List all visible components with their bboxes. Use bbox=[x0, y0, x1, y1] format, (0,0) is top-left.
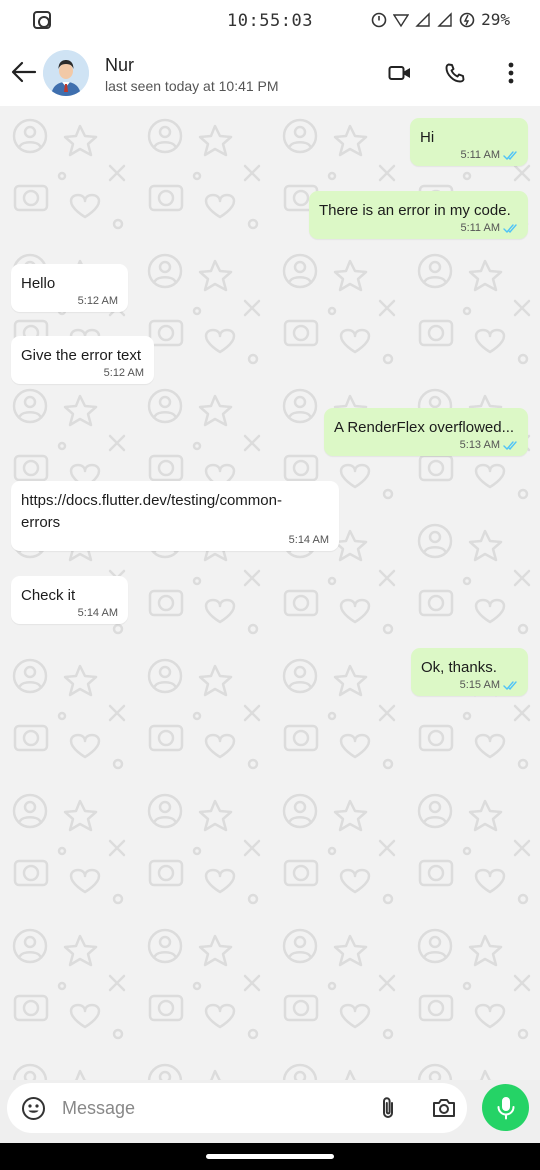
message-meta: 5:13 AM bbox=[334, 439, 518, 451]
camera-icon bbox=[433, 1099, 455, 1117]
message-time: 5:15 AM bbox=[459, 679, 500, 691]
last-seen-status: last seen today at 10:41 PM bbox=[105, 78, 279, 94]
status-icons: 29% bbox=[371, 10, 510, 29]
voice-record-button[interactable] bbox=[482, 1084, 529, 1131]
message-bubble-outgoing[interactable]: Ok, thanks. 5:15 AM bbox=[411, 648, 528, 696]
message-bubble-outgoing[interactable]: Hi 5:11 AM bbox=[410, 118, 528, 166]
double-check-icon bbox=[503, 440, 517, 450]
double-check-icon bbox=[503, 223, 517, 233]
contact-name[interactable]: Nur bbox=[105, 55, 134, 76]
voice-call-button[interactable] bbox=[441, 59, 469, 87]
message-meta: 5:12 AM bbox=[21, 295, 118, 307]
message-text: Ok, thanks. bbox=[421, 659, 497, 676]
message-time: 5:13 AM bbox=[459, 439, 500, 451]
message-bubble-incoming[interactable]: Hello 5:12 AM bbox=[11, 264, 128, 312]
message-time: 5:11 AM bbox=[460, 149, 500, 161]
message-time: 5:14 AM bbox=[288, 534, 329, 546]
video-camera-icon bbox=[388, 66, 410, 80]
message-time: 5:11 AM bbox=[460, 222, 500, 234]
camera-button[interactable] bbox=[431, 1095, 457, 1121]
signal-icon-2 bbox=[437, 11, 452, 27]
message-text: There is an error in my code. bbox=[319, 202, 511, 219]
status-bar: 10:55:03 29% bbox=[0, 0, 540, 40]
emoji-icon bbox=[22, 1097, 45, 1120]
message-text: Hi bbox=[420, 129, 435, 146]
attach-button[interactable] bbox=[375, 1095, 401, 1121]
video-call-button[interactable] bbox=[386, 59, 414, 87]
message-text: Check it bbox=[21, 587, 76, 604]
avatar[interactable] bbox=[43, 50, 89, 96]
message-text: Give the error text bbox=[21, 347, 142, 364]
message-meta: 5:12 AM bbox=[21, 367, 144, 379]
message-meta: 5:14 AM bbox=[21, 607, 118, 619]
wifi-icon bbox=[393, 13, 410, 27]
phone-icon bbox=[445, 63, 465, 83]
message-time: 5:12 AM bbox=[103, 367, 144, 379]
double-check-icon bbox=[503, 680, 517, 690]
avatar-image bbox=[43, 50, 89, 96]
message-composer bbox=[7, 1083, 467, 1133]
battery-saver-icon bbox=[459, 12, 475, 27]
message-bubble-outgoing[interactable]: There is an error in my code. 5:11 AM bbox=[309, 191, 528, 239]
paperclip-icon bbox=[383, 1097, 393, 1118]
message-input[interactable] bbox=[62, 1095, 352, 1121]
double-check-icon bbox=[503, 150, 517, 160]
message-link[interactable]: https://docs.flutter.dev/testing/common-… bbox=[21, 490, 329, 534]
arrow-left-icon bbox=[11, 61, 37, 83]
message-time: 5:14 AM bbox=[77, 607, 118, 619]
message-text: Hello bbox=[21, 275, 56, 292]
message-meta: 5:14 AM bbox=[21, 534, 329, 546]
microphone-icon bbox=[497, 1096, 514, 1119]
message-bubble-incoming[interactable]: Give the error text 5:12 AM bbox=[11, 336, 154, 384]
emoji-button[interactable] bbox=[21, 1096, 46, 1121]
more-vertical-icon bbox=[508, 62, 514, 84]
battery-percent: 29% bbox=[481, 10, 510, 29]
message-meta: 5:11 AM bbox=[420, 149, 518, 161]
chat-header: Nur last seen today at 10:41 PM bbox=[0, 40, 540, 106]
chat-area[interactable]: Hi 5:11 AM There is an error in my code.… bbox=[0, 106, 540, 1080]
system-nav-bar bbox=[0, 1143, 540, 1170]
message-meta: 5:11 AM bbox=[319, 222, 518, 234]
message-time: 5:12 AM bbox=[77, 295, 118, 307]
back-button[interactable] bbox=[8, 56, 40, 88]
message-bubble-outgoing[interactable]: A RenderFlex overflowed... 5:13 AM bbox=[324, 408, 528, 456]
message-bubble-incoming[interactable]: https://docs.flutter.dev/testing/common-… bbox=[11, 481, 339, 551]
alarm-icon bbox=[371, 12, 387, 27]
home-indicator[interactable] bbox=[206, 1154, 334, 1159]
message-bubble-incoming[interactable]: Check it 5:14 AM bbox=[11, 576, 128, 624]
more-options-button[interactable] bbox=[497, 59, 525, 87]
signal-icon bbox=[415, 11, 430, 27]
message-text: A RenderFlex overflowed... bbox=[334, 419, 515, 436]
message-meta: 5:15 AM bbox=[421, 679, 518, 691]
